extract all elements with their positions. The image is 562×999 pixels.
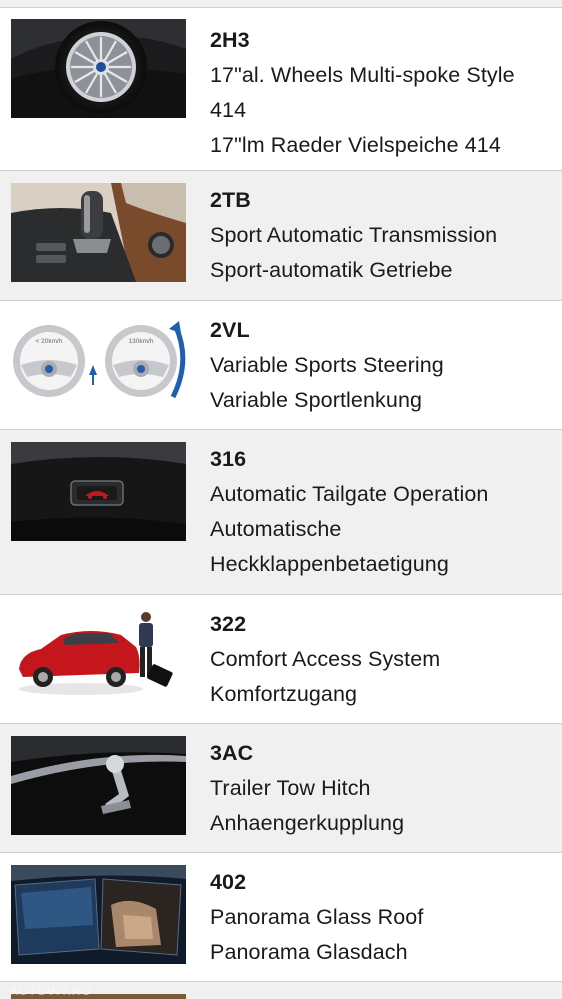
option-code: 2VL [210,318,250,342]
option-name-de: Komfortzugang [210,682,358,706]
option-name-de: Panorama Glasdach [210,940,408,964]
panorama-roof-thumbnail [11,865,186,964]
option-name-de: Automatische Heckklappenbetaetigung [210,517,449,576]
list-item-2tb[interactable]: 2TB Sport Automatic Transmission Sport-a… [0,171,562,301]
tow-hitch-thumbnail [11,736,186,835]
gear-selector-thumbnail [11,183,186,282]
tailgate-button-thumbnail [11,442,186,541]
option-code: 402 [210,870,247,894]
list-item-2h3[interactable]: 2H3 17"al. Wheels Multi-spoke Style 414 … [0,8,562,171]
option-code: 2H3 [210,28,250,52]
option-name-en: Panorama Glass Roof [210,905,424,929]
steering-label-slow: < 20km/h [36,338,63,345]
option-name-en: Trailer Tow Hitch [210,776,371,800]
option-name-de: Variable Sportlenkung [210,388,423,412]
option-code: 2TB [210,188,251,212]
option-name-en: Variable Sports Steering [210,353,444,377]
watermark: AUTOVIT.RO [10,984,92,998]
steering-thumbnail: < 20km/h 130km/h [11,315,186,414]
option-name-en: Sport Automatic Transmission [210,223,498,247]
list-item-3ac[interactable]: 3AC Trailer Tow Hitch Anhaengerkupplung [0,724,562,853]
list-item-322[interactable]: 322 Comfort Access System Komfortzugang [0,595,562,724]
option-name-de: Sport-automatik Getriebe [210,258,453,282]
steering-label-fast: 130km/h [129,338,154,345]
list-top-edge [0,0,562,8]
wheel-thumbnail [11,19,186,118]
list-item-316[interactable]: 316 Automatic Tailgate Operation Automat… [0,430,562,595]
option-code: 3AC [210,741,254,765]
option-code: 322 [210,612,247,636]
option-name-en: Comfort Access System [210,647,441,671]
option-name-de: Anhaengerkupplung [210,811,405,835]
option-name-en: 17"al. Wheels Multi-spoke Style 414 [210,63,515,122]
option-name-de: 17"lm Raeder Vielspeiche 414 [210,133,501,157]
option-name-en: Automatic Tailgate Operation [210,482,489,506]
list-item-402[interactable]: 402 Panorama Glass Roof Panorama Glasdac… [0,853,562,982]
list-item-2vl[interactable]: < 20km/h 130km/h 2VL Variable Sports Ste… [0,301,562,430]
option-code: 316 [210,447,247,471]
comfort-access-thumbnail [11,607,186,706]
